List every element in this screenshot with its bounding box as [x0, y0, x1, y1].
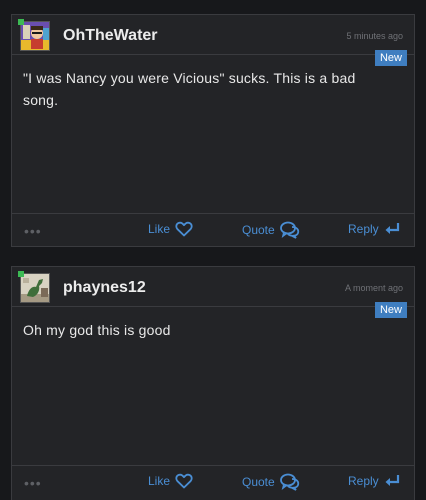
new-badge: New	[374, 50, 407, 66]
post-header: phaynes12 A moment ago New	[12, 267, 414, 318]
reply-arrow-icon	[384, 221, 400, 237]
reply-arrow-icon	[384, 473, 400, 489]
post-header: OhTheWater 5 minutes ago New	[12, 15, 414, 66]
post-actions: ••• Like Quote Reply	[12, 465, 414, 498]
post-body: "I was Nancy you were Vicious" sucks. Th…	[23, 70, 356, 108]
online-indicator	[18, 19, 24, 25]
speech-bubbles-icon	[279, 221, 300, 239]
quote-button[interactable]: Quote	[242, 473, 300, 491]
quote-label: Quote	[242, 475, 275, 489]
timestamp: 5 minutes ago	[346, 31, 403, 41]
like-label: Like	[148, 222, 171, 236]
timestamp: A moment ago	[344, 283, 403, 293]
like-button[interactable]: Like	[148, 473, 193, 489]
post-actions: ••• Like Quote Reply	[12, 213, 414, 246]
quote-label: Quote	[242, 223, 275, 237]
reply-button[interactable]: Reply	[348, 473, 400, 489]
speech-bubbles-icon	[279, 473, 300, 491]
online-indicator	[18, 271, 24, 277]
heart-icon	[175, 473, 193, 489]
post-body: Oh my god this is good	[23, 322, 171, 338]
comment-thread: OhTheWater 5 minutes ago New "I was Nanc…	[0, 0, 426, 500]
new-badge: New	[374, 302, 407, 318]
comment-post: OhTheWater 5 minutes ago New "I was Nanc…	[11, 14, 415, 247]
dinosaur-avatar-icon[interactable]	[20, 273, 50, 303]
like-button[interactable]: Like	[148, 221, 193, 237]
more-options-button[interactable]: •••	[24, 224, 42, 238]
reply-label: Reply	[348, 222, 379, 236]
quote-button[interactable]: Quote	[242, 221, 300, 239]
reply-button[interactable]: Reply	[348, 221, 400, 237]
heart-icon	[175, 221, 193, 237]
like-label: Like	[148, 474, 171, 488]
comment-post: phaynes12 A moment ago New Oh my god thi…	[11, 266, 415, 500]
cartoon-avatar-icon[interactable]	[20, 21, 50, 51]
more-options-button[interactable]: •••	[24, 476, 42, 490]
reply-label: Reply	[348, 474, 379, 488]
username[interactable]: phaynes12	[63, 279, 146, 297]
username[interactable]: OhTheWater	[63, 27, 158, 45]
